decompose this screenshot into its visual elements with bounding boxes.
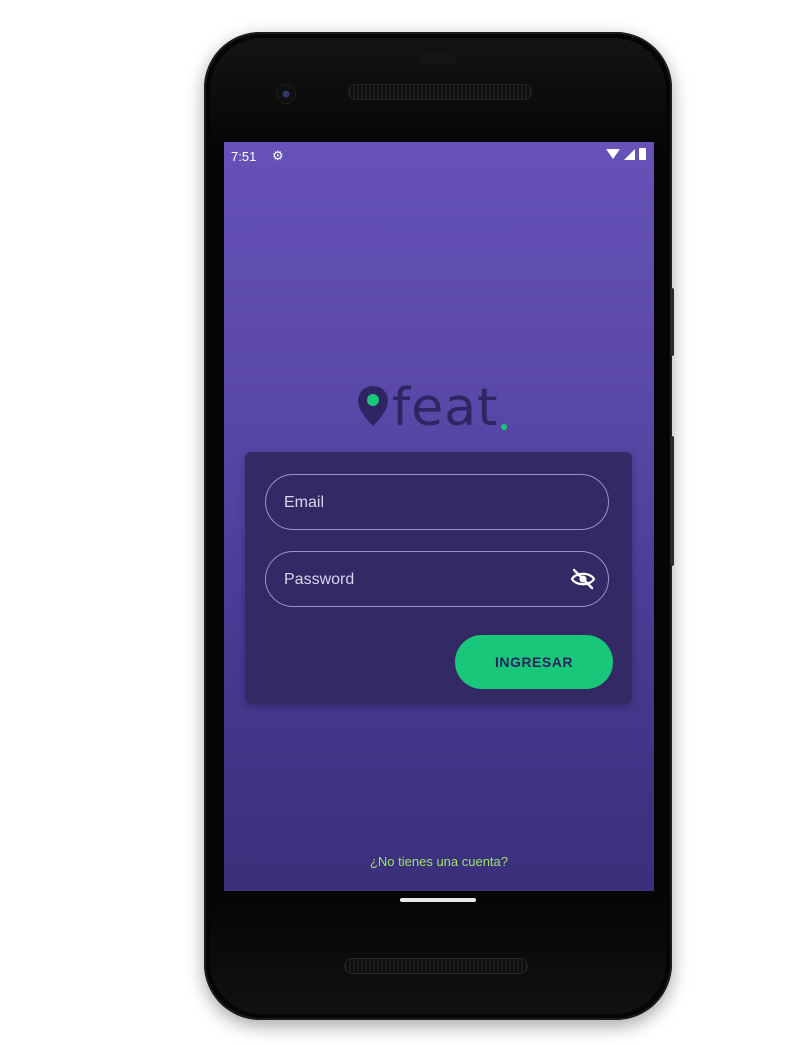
bottom-speaker [344,958,528,974]
signup-link[interactable]: ¿No tienes una cuenta? [224,854,654,869]
password-field-container [265,551,609,607]
wifi-icon [606,149,620,159]
proximity-sensor [420,54,456,64]
settings-icon: ⚙ [272,148,284,163]
location-pin-icon [358,386,388,426]
earpiece-speaker [348,84,532,100]
power-button [670,436,674,566]
logo-wordmark: feat [392,378,499,438]
login-button[interactable]: INGRESAR [455,635,613,689]
app-logo: feat [356,378,507,434]
home-gesture-bar[interactable] [400,898,476,902]
login-card: INGRESAR [245,452,632,704]
email-field-container [265,474,609,530]
signal-icon [624,148,635,160]
status-time: 7:51 [231,149,257,164]
front-camera [276,84,296,104]
status-icons [606,148,646,160]
email-input[interactable] [282,475,566,530]
password-input[interactable] [282,552,566,607]
eye-off-icon[interactable] [570,568,596,590]
volume-button [670,288,674,356]
app-screen: 7:51 ⚙ feat INGRESAR ¿No tienes u [224,142,654,891]
battery-icon [639,148,646,160]
status-bar: 7:51 ⚙ [224,142,654,170]
logo-dot [500,424,507,430]
